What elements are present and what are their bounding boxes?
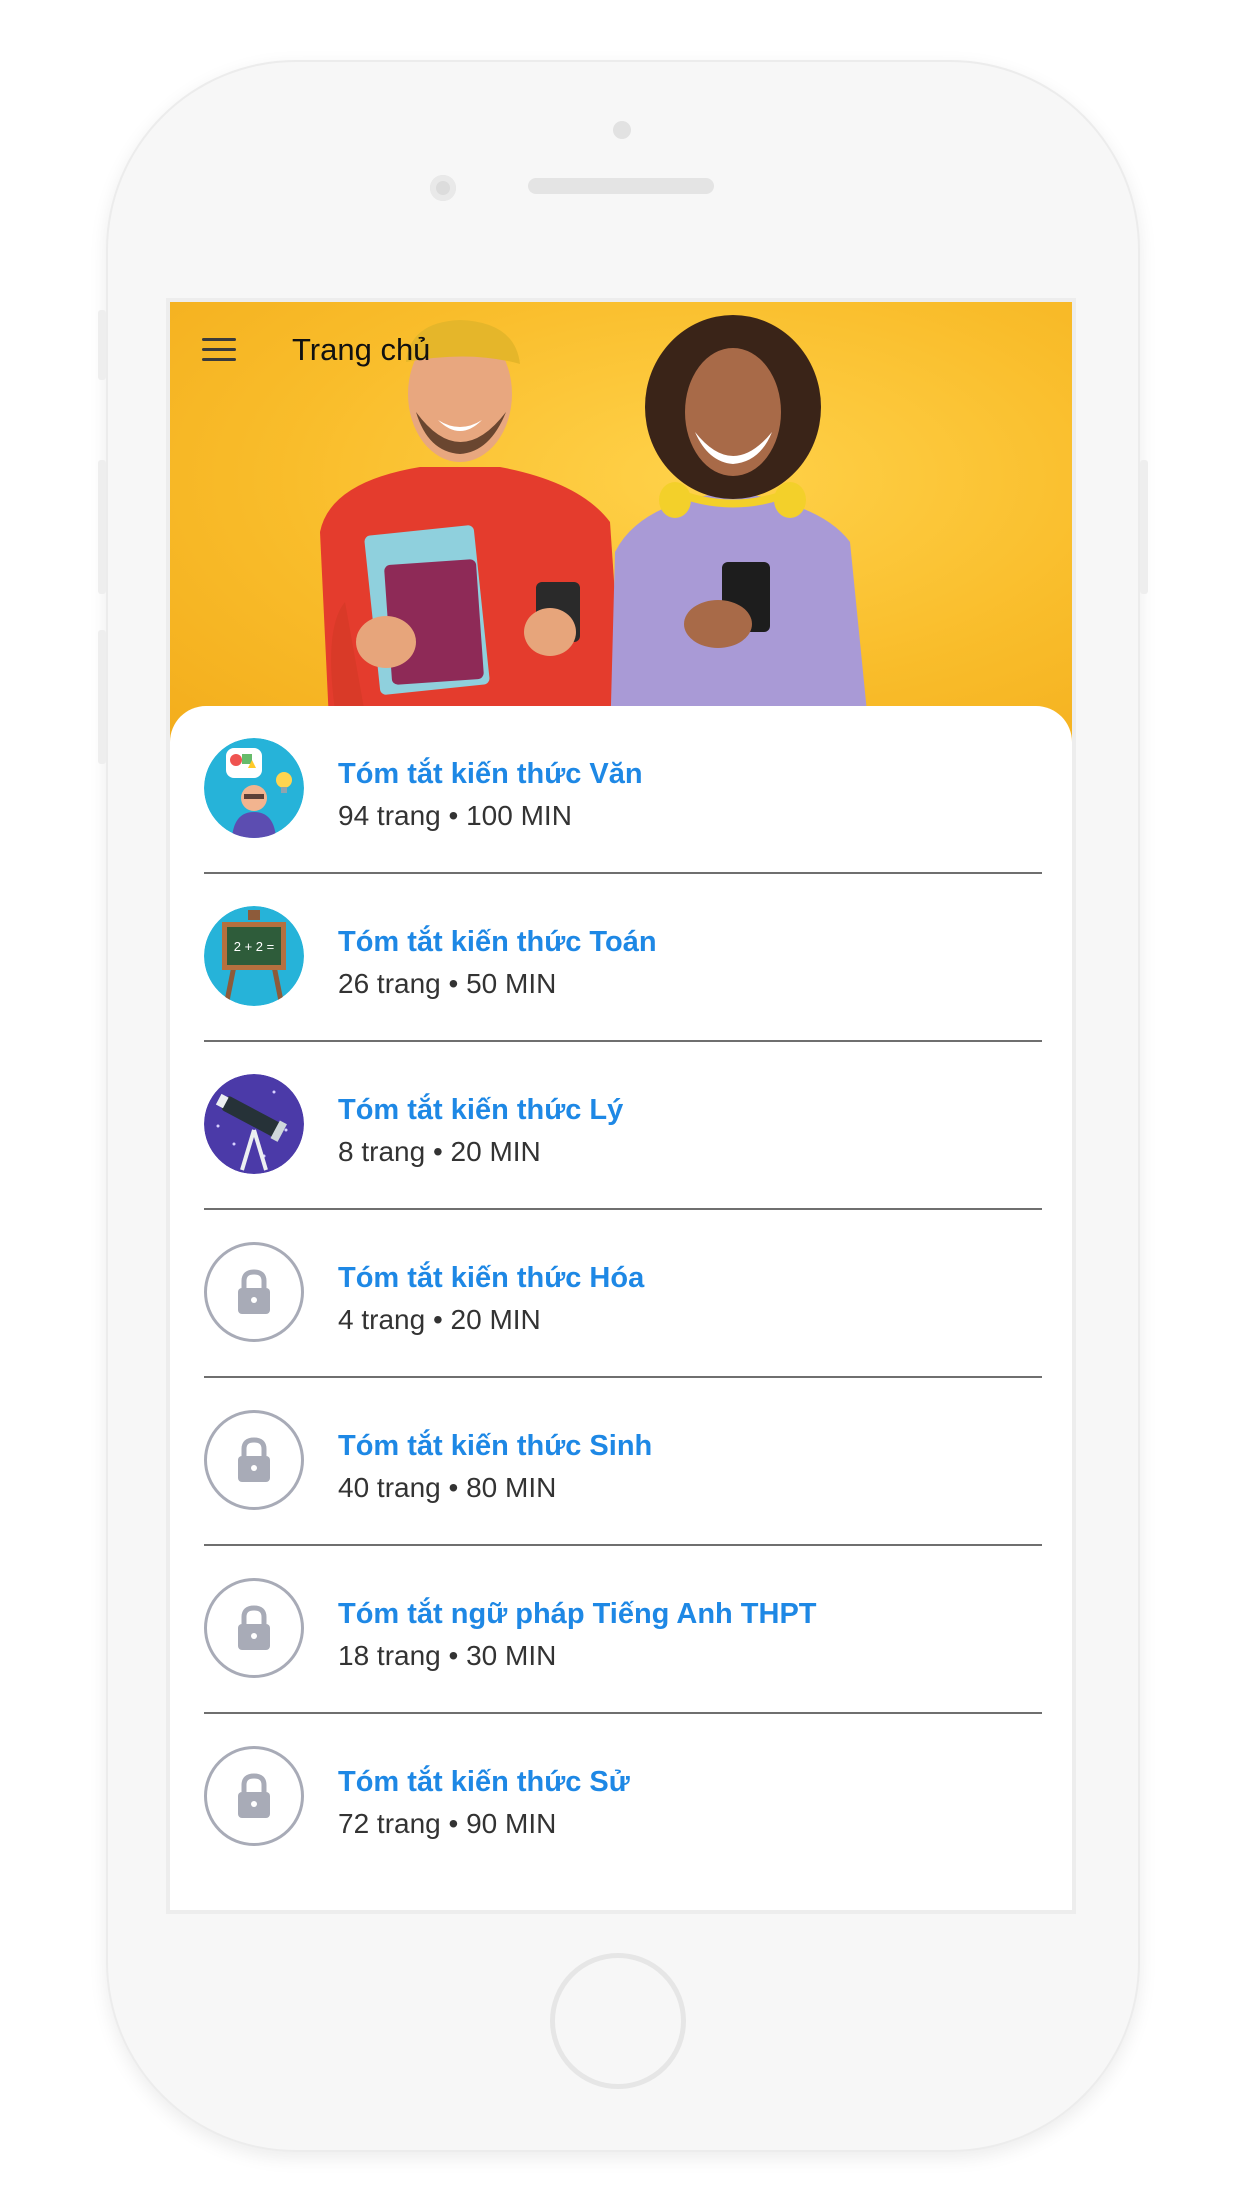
lesson-meta: 8 trang • 20 MIN [338,1136,541,1167]
lock-icon [204,1410,304,1510]
lesson-title: Tóm tắt kiến thức Toán [338,926,657,958]
hero-banner: Trang chủ [170,302,1072,742]
volume-down-button [98,630,106,764]
lesson-list: Tóm tắt kiến thức Văn 94 trang • 100 MIN… [170,706,1072,1910]
lesson-meta: 18 trang • 30 MIN [338,1640,557,1671]
page-title: Trang chủ [292,332,431,367]
list-item[interactable]: Tóm tắt ngữ pháp Tiếng Anh THPT 18 trang… [204,1546,1042,1714]
list-item[interactable]: Tóm tắt kiến thức Hóa 4 trang • 20 MIN [204,1210,1042,1378]
lesson-title: Tóm tắt kiến thức Hóa [338,1262,645,1294]
math-board-icon: 2 + 2 = [204,906,304,1006]
app-screen: Trang chủ Tóm tắt kiến thức Văn 94 trang… [170,302,1072,1910]
lesson-meta: 72 trang • 90 MIN [338,1808,557,1839]
lesson-title: Tóm tắt ngữ pháp Tiếng Anh THPT [338,1598,817,1630]
earpiece-speaker [528,178,714,194]
telescope-icon [204,1074,304,1174]
lesson-meta: 26 trang • 50 MIN [338,968,557,999]
list-item[interactable]: 2 + 2 = Tóm tắt kiến thức Toán 26 trang … [204,874,1042,1042]
lesson-title: Tóm tắt kiến thức Văn [338,758,643,790]
front-camera [430,175,456,201]
lesson-meta: 94 trang • 100 MIN [338,800,572,831]
literature-icon [204,738,304,838]
power-button [1140,460,1148,594]
list-item[interactable]: Tóm tắt kiến thức Lý 8 trang • 20 MIN [204,1042,1042,1210]
lesson-title: Tóm tắt kiến thức Sử [338,1766,630,1798]
mute-switch [98,310,106,380]
lesson-title: Tóm tắt kiến thức Sinh [338,1430,653,1462]
lock-icon [204,1578,304,1678]
lesson-title: Tóm tắt kiến thức Lý [338,1094,624,1126]
lock-icon [204,1242,304,1342]
lesson-meta: 40 trang • 80 MIN [338,1472,557,1503]
app-bar: Trang chủ [170,302,1072,398]
lesson-meta: 4 trang • 20 MIN [338,1304,541,1335]
list-item[interactable]: Tóm tắt kiến thức Văn 94 trang • 100 MIN [204,706,1042,874]
list-item[interactable]: Tóm tắt kiến thức Sinh 40 trang • 80 MIN [204,1378,1042,1546]
home-button[interactable] [550,1953,686,2089]
sensor-dot [613,121,631,139]
lock-icon [204,1746,304,1846]
menu-icon[interactable] [202,338,236,362]
svg-text:2 + 2 =: 2 + 2 = [234,939,274,954]
list-item[interactable]: Tóm tắt kiến thức Sử 72 trang • 90 MIN [204,1714,1042,1882]
volume-up-button [98,460,106,594]
